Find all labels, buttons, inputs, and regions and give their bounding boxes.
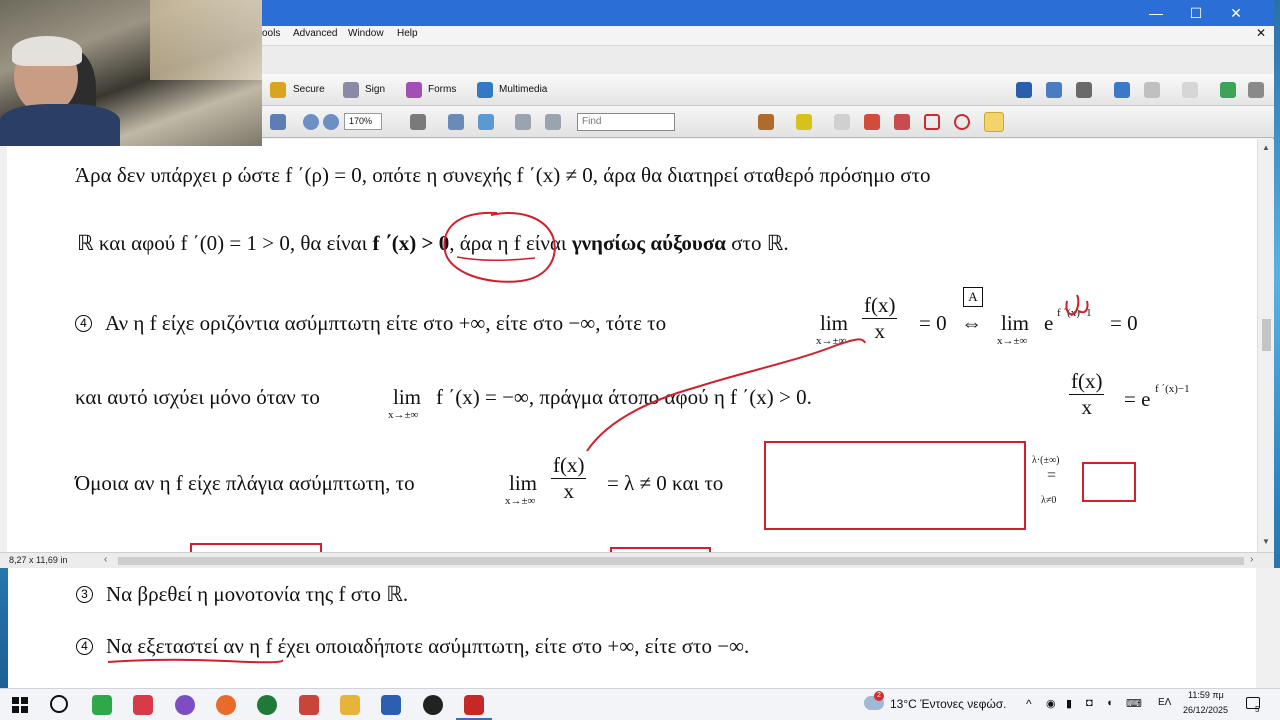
webcam-overlay — [0, 0, 262, 146]
select-arrow-icon[interactable] — [1016, 82, 1032, 98]
start-icon[interactable] — [12, 697, 28, 713]
undo-icon[interactable] — [1114, 82, 1130, 98]
highlight-text-icon[interactable] — [796, 114, 812, 130]
sign-button[interactable]: Sign — [365, 84, 385, 95]
chevron-up-icon[interactable]: ^ — [1026, 697, 1032, 711]
firefox-icon[interactable] — [216, 695, 236, 715]
file-explorer-icon[interactable] — [340, 695, 360, 715]
clock-date[interactable]: 26/12/2025 — [1183, 705, 1228, 715]
item4-rest-text: έχει οποιαδήποτε ασύμπτωτη, είτε στο +∞,… — [272, 634, 750, 658]
multimedia-button[interactable]: Multimedia — [499, 84, 547, 95]
forms-icon — [406, 82, 422, 98]
menu-help[interactable]: Help — [397, 28, 418, 39]
scroll-left-icon[interactable]: ‹ — [104, 554, 107, 565]
webcam-shirt — [0, 104, 120, 146]
zoom-level-field[interactable]: 170% — [344, 113, 382, 130]
snapshot-icon[interactable] — [410, 114, 426, 130]
page-icon[interactable] — [1182, 82, 1198, 98]
app-check-icon[interactable] — [133, 695, 153, 715]
redo-icon[interactable] — [1144, 82, 1160, 98]
scroll-right-icon[interactable]: › — [1250, 554, 1253, 565]
keyboard-icon[interactable]: ⌨ — [1126, 697, 1142, 710]
item3-text: Να βρεθεί η μονοτονία της f στο ℝ. — [106, 582, 409, 606]
stamp-icon[interactable] — [758, 114, 774, 130]
arrow-tool-icon[interactable] — [864, 114, 880, 130]
red-underline-annotation — [107, 658, 284, 664]
multimedia-icon — [477, 82, 493, 98]
usb-icon[interactable]: ▮ — [1066, 697, 1072, 710]
red-ink-annotation — [586, 294, 1089, 452]
crop-icon[interactable] — [1046, 82, 1062, 98]
item4-underlined-text: Να εξεταστεί αν η f — [106, 634, 273, 658]
document-page: Άρα δεν υπάρχει ρ ώστε f ΄(ρ) = 0, οπότε… — [7, 139, 1257, 552]
clock-time[interactable]: 11:59 πμ — [1188, 690, 1224, 700]
notification-count: 5 — [1255, 705, 1260, 714]
tray-icon-1[interactable]: ◉ — [1046, 697, 1056, 710]
maximize-button[interactable]: ☐ — [1176, 2, 1216, 24]
attach-icon[interactable] — [1076, 82, 1092, 98]
webcam-shelf — [150, 0, 262, 80]
scroll-up-icon[interactable]: ▲ — [1262, 143, 1270, 152]
horizontal-scroll-thumb[interactable] — [118, 557, 1244, 565]
forms-button[interactable]: Forms — [428, 84, 456, 95]
weather-text[interactable]: 13°C Έντονες νεφώσ. — [890, 697, 1007, 711]
item-number-3: 3 — [76, 586, 93, 603]
fit-width-icon[interactable] — [478, 114, 494, 130]
webcam-hair — [12, 36, 82, 66]
search-icon[interactable] — [50, 695, 68, 713]
acrobat-icon[interactable] — [464, 695, 484, 715]
utorrent-icon[interactable] — [92, 695, 112, 715]
background-scrollbar — [1256, 568, 1280, 688]
app-camera-icon[interactable] — [423, 695, 443, 715]
line-tool-icon[interactable] — [894, 114, 910, 130]
page-size-label: 8,27 x 11,69 in — [9, 555, 68, 565]
ellipse-tool-icon[interactable] — [954, 114, 970, 130]
fit-page-icon[interactable] — [448, 114, 464, 130]
menu-window[interactable]: Window — [348, 28, 384, 39]
menu-tools[interactable]: ools — [262, 28, 280, 39]
rotate-icon[interactable] — [515, 114, 531, 130]
lock-icon — [270, 82, 286, 98]
pen-icon — [343, 82, 359, 98]
vertical-scroll-thumb[interactable] — [1262, 319, 1271, 351]
zoom-in-icon[interactable] — [323, 114, 339, 130]
app-globe-icon[interactable] — [257, 695, 277, 715]
rotate-page-icon[interactable] — [545, 114, 561, 130]
rectangle-tool-icon[interactable] — [924, 114, 940, 130]
vertical-scrollbar[interactable]: ▲ ▼ — [1257, 139, 1274, 552]
menu-advanced[interactable]: Advanced — [293, 28, 337, 39]
minimize-button[interactable]: — — [1136, 2, 1176, 24]
app-document-icon[interactable] — [299, 695, 319, 715]
language-indicator[interactable]: ΕΛ — [1158, 697, 1171, 708]
menu-close-icon[interactable]: ✕ — [1256, 26, 1266, 40]
volume-icon[interactable]: ◖ — [1106, 697, 1113, 709]
pencil-tool-icon[interactable] — [984, 112, 1004, 132]
speaker-icon[interactable] — [1248, 82, 1264, 98]
find-input[interactable]: Find — [577, 113, 675, 131]
taskbar: 2 13°C Έντονες νεφώσ. ^ ◉ ▮ ◘ ◖ ⌨ ΕΛ 11:… — [0, 688, 1280, 720]
network-icon[interactable]: ◘ — [1086, 697, 1093, 709]
secure-button[interactable]: Secure — [293, 84, 325, 95]
zoom-out-icon[interactable] — [303, 114, 319, 130]
share-icon[interactable] — [1220, 82, 1236, 98]
note-icon[interactable] — [834, 114, 850, 130]
word-icon[interactable] — [381, 695, 401, 715]
scroll-down-icon[interactable]: ▼ — [1262, 537, 1270, 546]
status-bar: 8,27 x 11,69 in ‹ › — [0, 552, 1274, 568]
zoom-tool-icon[interactable] — [270, 114, 286, 130]
close-button[interactable]: ✕ — [1216, 2, 1256, 24]
weather-badge: 2 — [874, 691, 884, 701]
background-document-page: 3 Να βρεθεί η μονοτονία της f στο ℝ. 4 Ν… — [8, 568, 1256, 688]
viber-icon[interactable] — [175, 695, 195, 715]
item-number-4: 4 — [76, 638, 93, 655]
